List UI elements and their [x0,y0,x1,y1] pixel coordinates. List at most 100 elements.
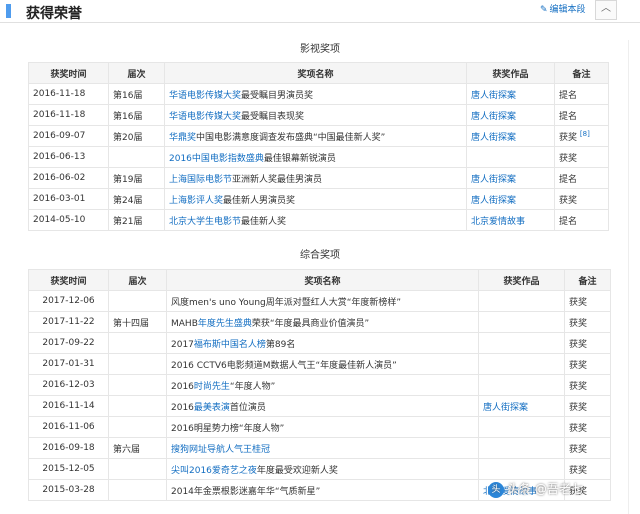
award-date-cell: 2016-12-03 [28,374,109,396]
session-cell [108,416,167,438]
toutiao-logo-icon: 头 [488,481,504,498]
note-cell: 获奖 [564,374,611,396]
award-date-cell: 2017-11-22 [28,311,109,333]
award-link[interactable]: 尖叫2016爱奇艺之夜 [171,466,257,476]
award-date-cell: 2016-09-07 [28,125,109,147]
award-name-cell: 2016明星势力榜“年度人物” [166,416,479,438]
note-text: 提名 [559,174,578,185]
session-cell: 第十四届 [108,311,167,333]
work-cell [478,416,565,438]
note-cell: 获奖 [564,290,611,312]
session-cell: 第16届 [108,83,165,105]
note-text: 获奖 [559,132,578,143]
edit-section-button[interactable]: ✎ 编辑本段 [540,3,586,17]
session-cell [108,458,167,480]
note-cell: 获奖 [564,353,611,375]
award-name-suffix: 荣获“年度最具商业价值演员” [251,318,370,329]
session-cell [108,479,167,501]
film-awards-table: 获奖时间 届次 奖项名称 获奖作品 备注 2016-11-18 第16届 华语电影传媒大奖最… [28,62,609,231]
work-link[interactable]: 唐人街探案 [471,196,516,206]
session-cell: 第24届 [108,188,165,210]
table-row: 2016-09-07 第20届 华鼎奖中国电影满意度调查发布盛典“中国最佳新人奖” 唐… [28,125,609,147]
film-awards-caption: 影视奖项 [300,44,340,55]
work-link[interactable]: 唐人街探案 [471,133,516,143]
work-cell: 唐人街探案 [466,104,555,126]
award-link[interactable]: 华语电影传媒大奖 [169,112,241,122]
column-header: 获奖时间 [28,62,109,84]
work-cell: 唐人街探案 [466,188,555,210]
award-link[interactable]: 搜狗网址导航人气王桂冠 [171,445,270,455]
work-link[interactable]: 唐人街探案 [471,175,516,185]
award-date-cell: 2015-03-28 [28,479,109,501]
work-cell [478,374,565,396]
column-header: 获奖时间 [28,269,109,291]
award-name-text: 最佳银幕新锐演员 [263,153,336,164]
award-link[interactable]: 上海影评人奖 [169,196,223,206]
table-row: 2017-09-22 2017福布斯中国名人榜第89名 获奖 [28,332,611,354]
award-name-text: 2017 [171,339,194,350]
table-row: 2015-12-05 尖叫2016爱奇艺之夜年度最受欢迎新人奖 获奖 [28,458,611,480]
award-date-cell: 2016-11-18 [28,104,109,126]
award-name-cell: 2014年金票根影迷嘉年华“气质新星” [166,479,479,501]
award-link[interactable]: 时尚先生 [194,382,230,392]
work-link[interactable]: 唐人街探案 [471,112,516,122]
session-cell [108,353,167,375]
award-name-suffix: 第89名 [265,339,296,350]
award-link[interactable]: 华语电影传媒大奖 [169,91,241,101]
work-link[interactable]: 唐人街探案 [471,91,516,101]
award-link[interactable]: 2016中国电影指数盛典 [169,154,264,164]
award-link[interactable]: 年度先生盛典 [198,319,252,329]
work-cell: 唐人街探案 [466,167,555,189]
award-link[interactable]: 最美表演 [194,403,230,413]
award-name-text: 中国电影满意度调查发布盛典“中国最佳新人奖” [196,132,386,143]
award-name-text: 最受瞩目表现奖 [241,111,305,122]
collapse-button[interactable]: ︿ [595,0,617,20]
column-header: 获奖作品 [466,62,555,84]
award-name-cell: 2016中国电影指数盛典最佳银幕新锐演员 [164,146,467,168]
award-date-cell: 2014-05-10 [28,209,109,231]
table-row: 2016-11-18 第16届 华语电影传媒大奖最受瞩目表现奖 唐人街探案 提名 [28,104,609,126]
session-cell: 第16届 [108,104,165,126]
session-cell [108,395,167,417]
award-name-text: 2016明星势力榜“年度人物” [171,423,285,434]
column-header: 备注 [564,269,611,291]
work-cell [478,353,565,375]
session-cell: 第21届 [108,209,165,231]
work-cell [478,437,565,459]
award-name-text: 风度men's uno Young周年派对暨红人大赏“年度新榜样” [171,297,402,308]
award-link[interactable]: 北京大学生电影节 [169,217,241,227]
column-header: 奖项名称 [166,269,479,291]
table-row: 2016-09-18 第六届 搜狗网址导航人气王桂冠 获奖 [28,437,611,459]
award-name-text: 2016 CCTV6电影频道M数据人气王“年度最佳新人演员” [171,360,397,371]
reference-link[interactable]: [8] [580,130,590,138]
column-header: 获奖作品 [478,269,565,291]
note-cell: 提名 [554,104,609,126]
table-row: 2016-06-02 第19届 上海国际电影节亚洲新人奖最佳男演员 唐人街探案 提名 [28,167,609,189]
award-name-cell: 2017福布斯中国名人榜第89名 [166,332,479,354]
section-accent-bar [6,4,11,18]
note-cell: 提名 [554,209,609,231]
award-date-cell: 2017-12-06 [28,290,109,312]
award-date-cell: 2016-11-14 [28,395,109,417]
award-name-cell: 搜狗网址导航人气王桂冠 [166,437,479,459]
session-cell: 第19届 [108,167,165,189]
award-date-cell: 2015-12-05 [28,458,109,480]
table-row: 2016-11-06 2016明星势力榜“年度人物” 获奖 [28,416,611,438]
session-cell: 第20届 [108,125,165,147]
work-link[interactable]: 唐人街探案 [483,403,528,413]
award-date-cell: 2016-06-02 [28,167,109,189]
column-header: 奖项名称 [164,62,467,84]
award-name-text: 最佳新人男演员奖 [223,195,296,206]
work-link[interactable]: 北京爱情故事 [471,217,525,227]
award-name-text: MAHB [171,318,198,329]
column-header: 届次 [108,62,165,84]
note-text: 提名 [559,90,578,101]
work-cell: 唐人街探案 [478,395,565,417]
note-text: 提名 [559,111,578,122]
award-name-text: 2016 [171,381,194,392]
award-link[interactable]: 上海国际电影节 [169,175,232,185]
award-link[interactable]: 华鼎奖 [169,133,196,143]
award-link[interactable]: 福布斯中国名人榜 [194,340,266,350]
table-row: 2016-03-01 第24届 上海影评人奖最佳新人男演员奖 唐人街探案 获奖 [28,188,609,210]
award-name-cell: 上海国际电影节亚洲新人奖最佳男演员 [164,167,467,189]
